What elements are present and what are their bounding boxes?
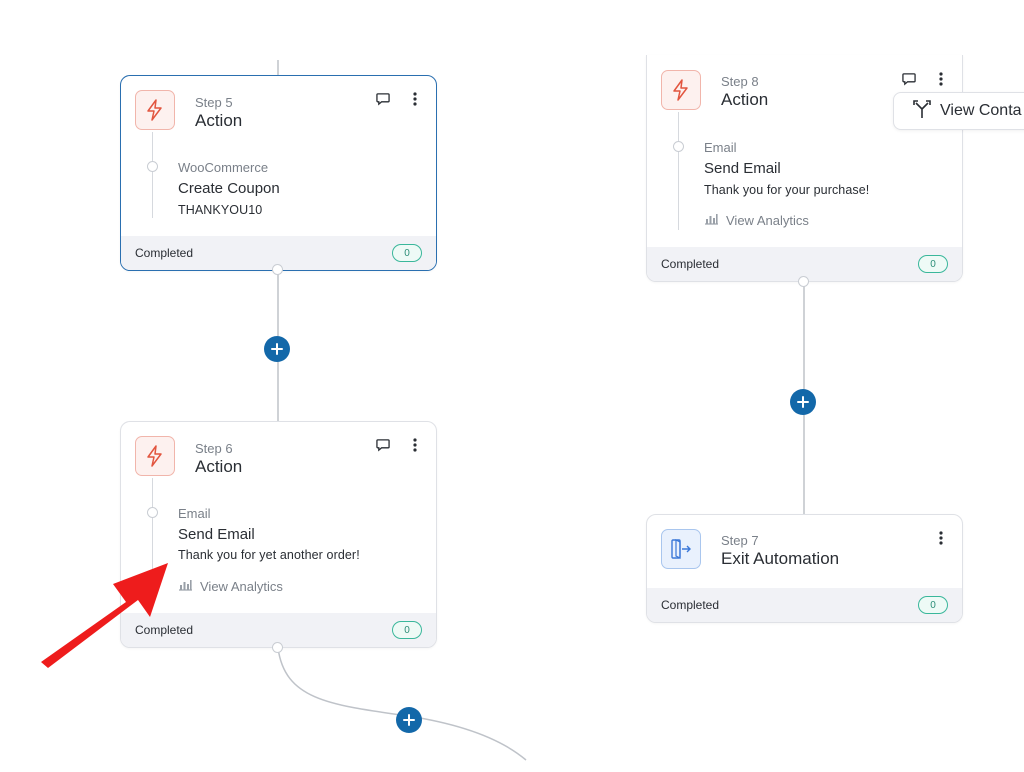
annotation-arrow-icon [41, 563, 168, 668]
automation-canvas: Step 5 Action WooCommerce Create Coupon … [0, 0, 1024, 772]
